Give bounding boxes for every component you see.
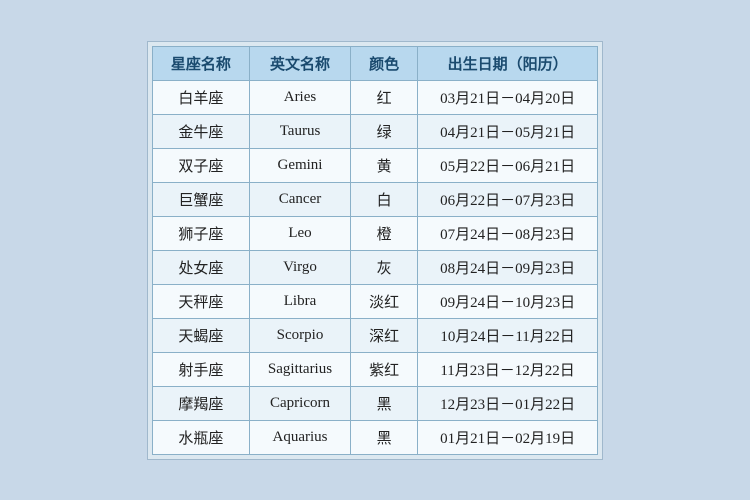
header-en: 英文名称: [249, 46, 350, 80]
cell-zh: 水瓶座: [152, 420, 249, 454]
cell-en: Leo: [249, 216, 350, 250]
table-row: 金牛座Taurus绿04月21日－05月21日: [152, 114, 597, 148]
cell-zh: 摩羯座: [152, 386, 249, 420]
cell-zh: 射手座: [152, 352, 249, 386]
cell-date: 06月22日－07月23日: [418, 182, 598, 216]
header-zh: 星座名称: [152, 46, 249, 80]
cell-en: Sagittarius: [249, 352, 350, 386]
table-row: 巨蟹座Cancer白06月22日－07月23日: [152, 182, 597, 216]
table-row: 摩羯座Capricorn黑12月23日－01月22日: [152, 386, 597, 420]
cell-zh: 天秤座: [152, 284, 249, 318]
zodiac-table-container: 星座名称 英文名称 颜色 出生日期（阳历） 白羊座Aries红03月21日－04…: [147, 41, 603, 460]
table-row: 水瓶座Aquarius黑01月21日－02月19日: [152, 420, 597, 454]
cell-date: 05月22日－06月21日: [418, 148, 598, 182]
cell-zh: 狮子座: [152, 216, 249, 250]
cell-date: 11月23日－12月22日: [418, 352, 598, 386]
cell-color: 淡红: [351, 284, 418, 318]
cell-date: 10月24日－11月22日: [418, 318, 598, 352]
cell-date: 09月24日－10月23日: [418, 284, 598, 318]
header-color: 颜色: [351, 46, 418, 80]
table-row: 处女座Virgo灰08月24日－09月23日: [152, 250, 597, 284]
cell-color: 绿: [351, 114, 418, 148]
table-row: 双子座Gemini黄05月22日－06月21日: [152, 148, 597, 182]
cell-en: Aquarius: [249, 420, 350, 454]
cell-en: Aries: [249, 80, 350, 114]
table-body: 白羊座Aries红03月21日－04月20日金牛座Taurus绿04月21日－0…: [152, 80, 597, 454]
cell-zh: 天蝎座: [152, 318, 249, 352]
cell-date: 08月24日－09月23日: [418, 250, 598, 284]
cell-color: 紫红: [351, 352, 418, 386]
cell-date: 07月24日－08月23日: [418, 216, 598, 250]
cell-zh: 处女座: [152, 250, 249, 284]
cell-date: 01月21日－02月19日: [418, 420, 598, 454]
cell-zh: 双子座: [152, 148, 249, 182]
cell-color: 黑: [351, 420, 418, 454]
zodiac-table: 星座名称 英文名称 颜色 出生日期（阳历） 白羊座Aries红03月21日－04…: [152, 46, 598, 455]
table-header-row: 星座名称 英文名称 颜色 出生日期（阳历）: [152, 46, 597, 80]
cell-zh: 金牛座: [152, 114, 249, 148]
cell-color: 橙: [351, 216, 418, 250]
cell-en: Virgo: [249, 250, 350, 284]
cell-color: 白: [351, 182, 418, 216]
cell-date: 12月23日－01月22日: [418, 386, 598, 420]
cell-zh: 巨蟹座: [152, 182, 249, 216]
cell-en: Scorpio: [249, 318, 350, 352]
cell-en: Taurus: [249, 114, 350, 148]
cell-date: 04月21日－05月21日: [418, 114, 598, 148]
cell-zh: 白羊座: [152, 80, 249, 114]
header-date: 出生日期（阳历）: [418, 46, 598, 80]
cell-color: 黄: [351, 148, 418, 182]
table-row: 白羊座Aries红03月21日－04月20日: [152, 80, 597, 114]
table-row: 天秤座Libra淡红09月24日－10月23日: [152, 284, 597, 318]
cell-color: 红: [351, 80, 418, 114]
table-row: 射手座Sagittarius紫红11月23日－12月22日: [152, 352, 597, 386]
cell-date: 03月21日－04月20日: [418, 80, 598, 114]
cell-en: Cancer: [249, 182, 350, 216]
table-row: 天蝎座Scorpio深红10月24日－11月22日: [152, 318, 597, 352]
cell-en: Libra: [249, 284, 350, 318]
cell-color: 黑: [351, 386, 418, 420]
cell-en: Gemini: [249, 148, 350, 182]
cell-en: Capricorn: [249, 386, 350, 420]
cell-color: 深红: [351, 318, 418, 352]
cell-color: 灰: [351, 250, 418, 284]
table-row: 狮子座Leo橙07月24日－08月23日: [152, 216, 597, 250]
